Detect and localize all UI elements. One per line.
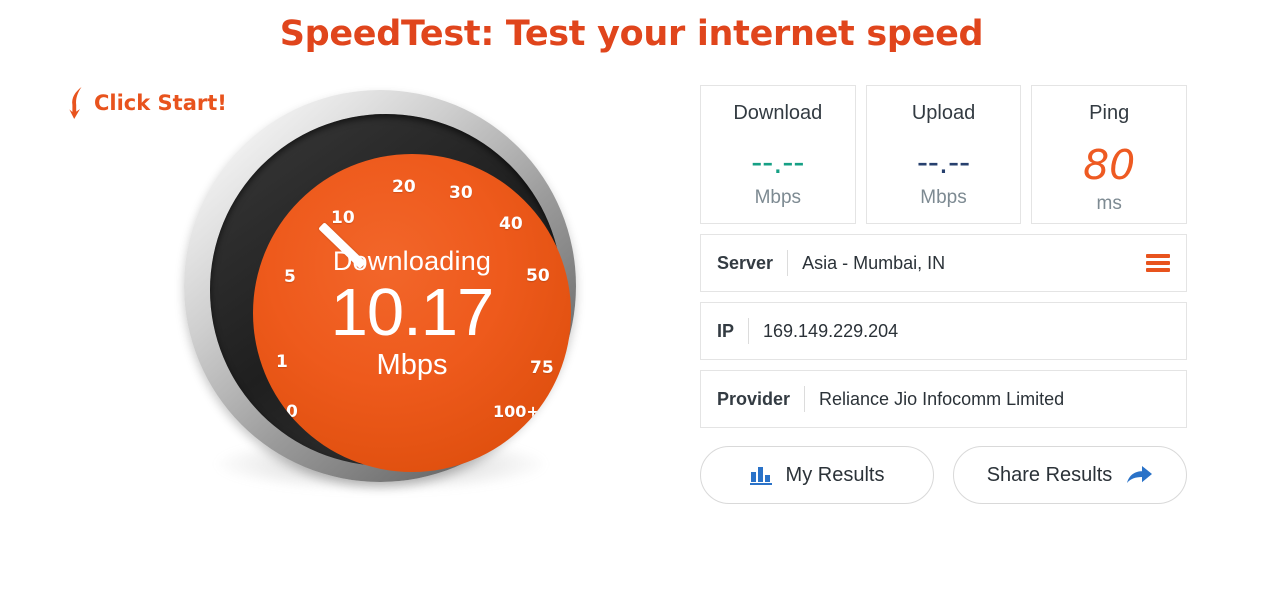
metric-label: Ping	[1089, 102, 1130, 124]
gauge-progress-row	[335, 470, 489, 472]
gauge-scale-label: 40	[499, 214, 523, 234]
metric-label: Download	[733, 102, 823, 124]
metric-unit: ms	[1096, 193, 1122, 214]
gauge-scale-label: 10	[331, 208, 355, 228]
metric-unit: Mbps	[920, 187, 967, 208]
gauge-scale-label: 20	[392, 177, 416, 197]
bar-chart-icon	[749, 465, 772, 485]
info-row-provider: Provider Reliance Jio Infocomm Limited	[700, 370, 1187, 428]
curved-arrow-icon	[68, 86, 86, 120]
speed-gauge[interactable]: 0 1 5 10 20 30 40 50 75 100+ Downloading 10.17 Mb…	[178, 84, 582, 492]
layers-icon	[467, 470, 489, 472]
info-value: 169.149.229.204	[763, 320, 899, 341]
info-divider	[787, 250, 789, 276]
info-value: Reliance Jio Infocomm Limited	[819, 388, 1065, 409]
my-results-button[interactable]: My Results	[700, 446, 934, 504]
gauge-scale-label: 30	[449, 183, 473, 203]
metric-card-ping: Ping 80 ms	[1031, 85, 1188, 224]
metric-cards: Download --.-- Mbps Upload --.-- Mbps Ping 80 ms	[700, 85, 1188, 224]
gauge-bezel-outer: 0 1 5 10 20 30 40 50 75 100+ Downloading 10.17 Mb…	[184, 90, 576, 482]
info-row-ip: IP 169.149.229.204	[700, 302, 1187, 360]
info-row-server[interactable]: Server Asia - Mumbai, IN	[700, 234, 1187, 292]
runner-icon	[335, 470, 355, 472]
metric-value: --.--	[751, 143, 805, 180]
info-divider	[748, 318, 750, 344]
metric-value: --.--	[916, 143, 971, 180]
gauge-bezel-inner: 0 1 5 10 20 30 40 50 75 100+ Downloading 10.17 Mb…	[210, 114, 571, 472]
gauge-face: 0 1 5 10 20 30 40 50 75 100+ Downloading 10.17 Mb…	[253, 154, 571, 472]
metric-card-upload: Upload --.-- Mbps	[865, 85, 1022, 224]
hamburger-menu-icon[interactable]	[1146, 254, 1170, 272]
info-divider	[804, 386, 806, 412]
button-label: My Results	[785, 463, 885, 486]
info-key: IP	[717, 320, 735, 341]
info-value: Asia - Mumbai, IN	[802, 252, 946, 273]
gauge-scale-label: 100+	[493, 402, 540, 421]
gauge-scale-label: 1	[276, 352, 288, 372]
gauge-scale-label: 50	[526, 266, 550, 286]
action-buttons: My Results Share Results	[700, 446, 1187, 504]
gauge-scale-label: 5	[284, 267, 296, 287]
results-panel: Download --.-- Mbps Upload --.-- Mbps Ping 80 ms…	[700, 85, 1188, 504]
speedtest-page: SpeedTest: Test your internet speed Clic…	[0, 0, 1263, 591]
gauge-scale-label: 0	[286, 402, 298, 422]
share-arrow-icon	[1126, 464, 1153, 486]
gauge-tick-marks	[253, 154, 571, 472]
gauge-scale-label: 75	[530, 358, 554, 378]
info-key: Server	[717, 252, 774, 273]
metric-unit: Mbps	[754, 187, 802, 208]
share-results-button[interactable]: Share Results	[953, 446, 1187, 504]
button-label: Share Results	[986, 463, 1113, 486]
page-title: SpeedTest: Test your internet speed	[279, 14, 984, 54]
info-key: Provider	[717, 388, 791, 409]
metric-label: Upload	[911, 102, 976, 124]
metric-value: 80	[1083, 141, 1136, 189]
metric-card-download: Download --.-- Mbps	[700, 85, 856, 224]
info-rows: Server Asia - Mumbai, IN IP 169.149.229.204…	[700, 234, 1187, 428]
